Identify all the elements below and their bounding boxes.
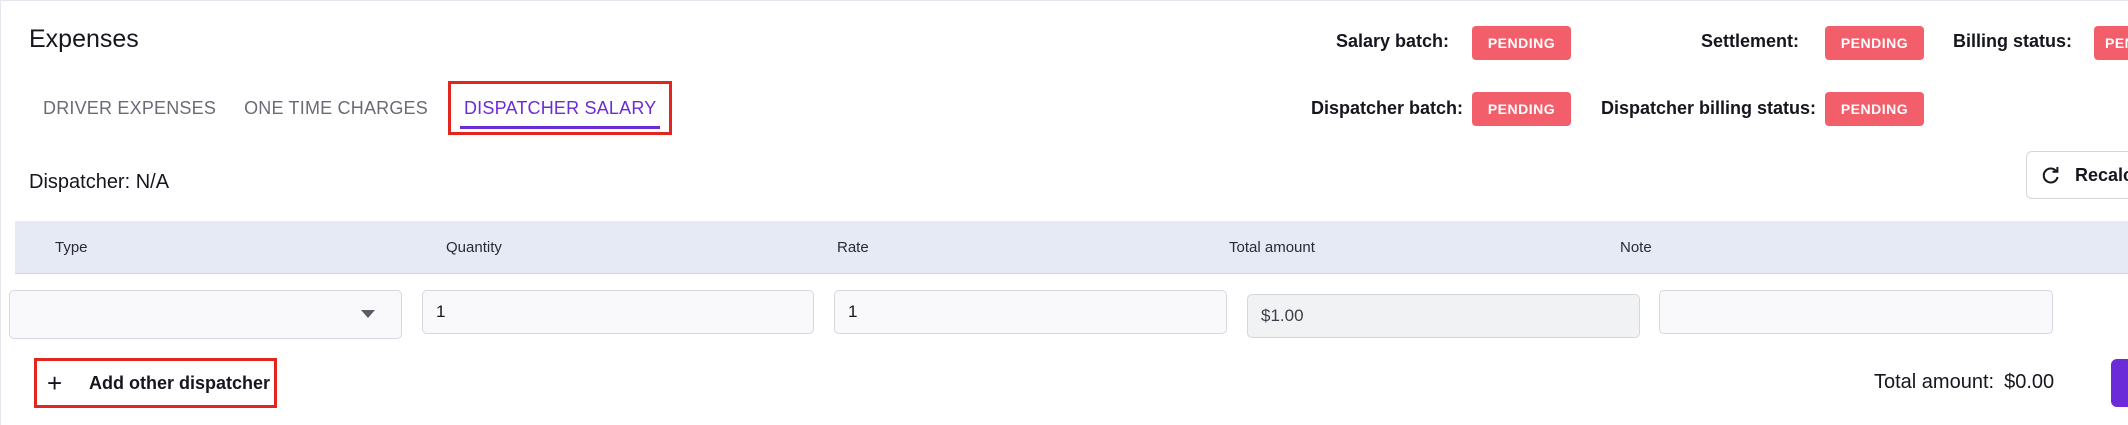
column-total-amount: Total amount [1229,239,1315,256]
billing-status-label: Billing status: [1953,31,2073,51]
tab-driver-expenses[interactable]: DRIVER EXPENSES [29,81,230,135]
tab-one-time-charges[interactable]: ONE TIME CHARGES [230,81,442,135]
dispatcher-batch-label: Dispatcher batch: [1311,98,1464,118]
salary-batch-label: Salary batch: [1336,31,1450,51]
chevron-down-icon [361,310,375,318]
column-note: Note [1620,239,1652,256]
save-button[interactable] [2111,359,2128,407]
page-title: Expenses [29,25,139,53]
type-select[interactable] [9,290,402,339]
rate-input[interactable]: 1 [834,290,1227,334]
expenses-card: Expenses DRIVER EXPENSES ONE TIME CHARGE… [0,0,2128,425]
recalculate-label: Recalc [2075,164,2128,185]
recalculate-button[interactable]: Recalc [2026,151,2128,199]
settlement-badge: PENDING [1825,26,1924,60]
tab-dispatcher-salary[interactable]: DISPATCHER SALARY [447,81,673,135]
total-amount-label: Total amount: [1874,371,1995,393]
column-quantity: Quantity [446,239,502,256]
quantity-input[interactable]: 1 [422,290,814,334]
dispatcher-batch-badge: PENDING [1472,92,1571,126]
column-rate: Rate [837,239,869,256]
expense-tabs: DRIVER EXPENSES ONE TIME CHARGES DISPATC… [29,81,673,135]
total-amount-summary: Total amount: $0.00 [1874,371,2054,394]
total-amount-field: $1.00 [1247,294,1640,338]
plus-icon: + [47,368,63,398]
settlement-label: Settlement: [1701,31,1800,51]
billing-status-badge: PEND [2094,26,2128,60]
refresh-icon [2042,167,2059,184]
add-other-dispatcher-label: Add other dispatcher [89,372,271,393]
column-type: Type [55,239,88,256]
dispatcher-info: Dispatcher: N/A [29,171,170,193]
total-amount-value: $0.00 [2004,371,2055,393]
dispatcher-billing-status-label: Dispatcher billing status: [1601,98,1817,118]
note-input[interactable] [1659,290,2053,334]
dispatcher-billing-status-badge: PENDING [1825,92,1924,126]
add-other-dispatcher-button[interactable]: + Add other dispatcher [34,358,277,408]
salary-batch-badge: PENDING [1472,26,1571,60]
table-header: Type Quantity Rate Total amount Note [15,221,2128,274]
